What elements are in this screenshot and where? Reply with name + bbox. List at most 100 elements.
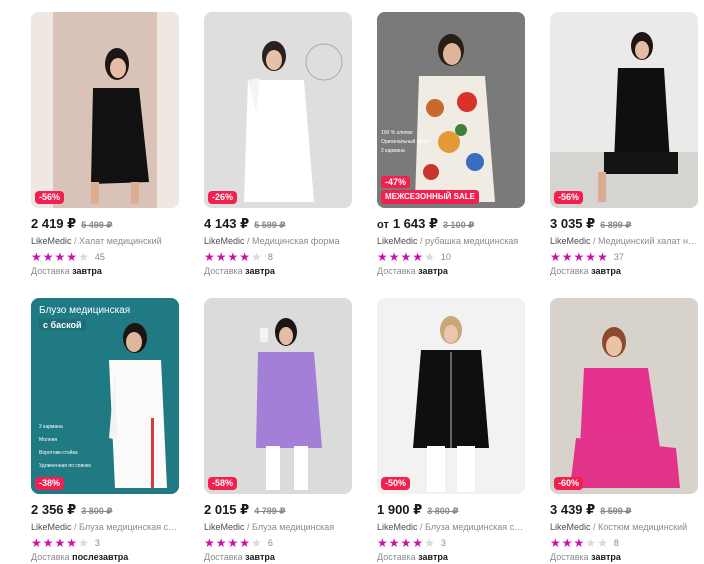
star-icon: ★ [597, 535, 608, 550]
product-card[interactable]: -60% 3 439 ₽ 8 599 ₽ LikeMedic / Костюм м… [550, 298, 698, 563]
product-name: / Халат медицинский [71, 236, 162, 246]
discount-badge: -60% [554, 477, 584, 490]
review-count: 37 [613, 251, 624, 262]
product-image[interactable]: -56% [550, 12, 698, 208]
product-image[interactable]: -60% [550, 298, 698, 494]
star-icon: ★ [400, 535, 412, 550]
product-card[interactable]: -26% 4 143 ₽ 5 599 ₽ LikeMedic / Медицинс… [204, 12, 352, 277]
rating: ★ ★ ★ ★ ★ 37 [550, 250, 698, 263]
product-image[interactable]: -56% [31, 12, 179, 208]
star-icon: ★ [573, 249, 585, 264]
review-count: 10 [440, 251, 451, 262]
feature-item: Оригинальный принт [381, 139, 431, 145]
product-name: / Медицинская форма [244, 236, 340, 246]
discount-badge: -58% [208, 477, 238, 490]
promo-label: МЕЖСЕЗОННЫЙ SALE [385, 192, 475, 201]
star-icon: ★ [377, 249, 388, 264]
star-icon: ★ [251, 249, 262, 264]
delivery: Доставка завтра [31, 265, 179, 277]
star-icon: ★ [412, 249, 424, 264]
product-name: / Блуза медицинская [244, 522, 335, 532]
price: 3 439 ₽ [550, 502, 596, 517]
price: 2 419 ₽ [31, 216, 77, 231]
delivery: Доставка завтра [204, 265, 352, 277]
old-price: 4 799 ₽ [254, 506, 286, 516]
delivery-label: Доставка [204, 266, 243, 276]
product-title[interactable]: LikeMedic / Блуза медицинская с м... [31, 521, 179, 533]
discount-badge: -47% [381, 176, 411, 188]
price-row: 4 143 ₽ 5 599 ₽ [204, 216, 352, 232]
feature-item: 100 % хлопок [381, 130, 413, 136]
product-title[interactable]: LikeMedic / Медицинская форма [204, 235, 352, 247]
brand: LikeMedic [31, 236, 72, 246]
price: 2 356 ₽ [31, 502, 77, 517]
star-icon: ★ [215, 535, 227, 550]
star-icon: ★ [54, 249, 66, 264]
product-image[interactable]: -26% [204, 12, 352, 208]
price: 3 035 ₽ [550, 216, 596, 231]
delivery-label: Доставка [550, 266, 589, 276]
price-row: 2 015 ₽ 4 799 ₽ [204, 502, 352, 518]
review-count: 8 [267, 251, 273, 262]
price: 2 015 ₽ [204, 502, 250, 517]
delivery-label: Доставка [550, 552, 589, 562]
star-icon: ★ [400, 249, 412, 264]
brand: LikeMedic [550, 236, 591, 246]
star-icon: ★ [31, 535, 42, 550]
star-icon: ★ [597, 249, 608, 264]
price-row: 3 439 ₽ 8 599 ₽ [550, 502, 698, 518]
delivery: Доставка завтра [550, 265, 698, 277]
product-title[interactable]: LikeMedic / Медицинский халат на ... [550, 235, 698, 247]
star-icon: ★ [78, 535, 89, 550]
product-card[interactable]: 100 % хлопок Оригинальный принт 2 карман… [377, 12, 525, 277]
product-title[interactable]: LikeMedic / Блуза медицинская с м... [377, 521, 525, 533]
star-icon: ★ [66, 535, 78, 550]
product-title[interactable]: LikeMedic / Костюм медицинский [550, 521, 698, 533]
product-title[interactable]: LikeMedic / рубашка медицинская [377, 235, 525, 247]
product-name: / Блуза медицинская с м... [71, 522, 179, 532]
star-icon: ★ [585, 535, 597, 550]
star-icon: ★ [573, 535, 585, 550]
star-icon: ★ [388, 249, 400, 264]
feature-item: 2 кармана [39, 424, 63, 430]
brand: LikeMedic [204, 522, 245, 532]
star-icon: ★ [550, 249, 561, 264]
price: 4 143 ₽ [204, 216, 250, 231]
discount-badge: -26% [208, 191, 238, 204]
delivery: Доставка завтра [377, 551, 525, 563]
feature-item: Удлиненная по спинке [39, 463, 92, 469]
product-card[interactable]: Блузо медицинская с баской 2 кармана Мол… [31, 298, 179, 563]
feature-item: Молния [39, 437, 58, 443]
brand: LikeMedic [377, 236, 418, 246]
product-card[interactable]: -58% 2 015 ₽ 4 799 ₽ LikeMedic / Блуза ме… [204, 298, 352, 563]
delivery: Доставка послезавтра [31, 551, 179, 563]
product-image[interactable]: Блузо медицинская с баской 2 кармана Мол… [31, 298, 179, 494]
product-name: / Костюм медицинский [590, 522, 688, 532]
delivery-label: Доставка [377, 266, 416, 276]
star-icon: ★ [227, 535, 239, 550]
delivery-day: послезавтра [72, 552, 129, 562]
product-card[interactable]: -56% 3 035 ₽ 6 899 ₽ LikeMedic / Медицинс… [550, 12, 698, 277]
product-image[interactable]: 100 % хлопок Оригинальный принт 2 карман… [377, 12, 525, 208]
price-prefix: от [377, 219, 389, 231]
star-icon: ★ [54, 535, 66, 550]
star-icon: ★ [78, 249, 89, 264]
product-title[interactable]: LikeMedic / Халат медицинский [31, 235, 179, 247]
review-count: 3 [94, 537, 100, 548]
old-price: 3 100 ₽ [443, 220, 475, 230]
star-icon: ★ [412, 535, 424, 550]
banner-subtitle: с баской [39, 319, 86, 331]
delivery-label: Доставка [31, 552, 70, 562]
product-card[interactable]: -50% 1 900 ₽ 3 800 ₽ LikeMedic / Блуза ме… [377, 298, 525, 563]
product-image[interactable]: -50% [377, 298, 525, 494]
product-image[interactable]: -58% [204, 298, 352, 494]
star-icon: ★ [377, 535, 388, 550]
product-title[interactable]: LikeMedic / Блуза медицинская [204, 521, 352, 533]
discount-badge: -50% [381, 477, 411, 490]
brand: LikeMedic [31, 522, 72, 532]
star-icon: ★ [561, 249, 573, 264]
feature-list: 100 % хлопок Оригинальный принт 2 карман… [381, 130, 430, 154]
product-card[interactable]: -56% 2 419 ₽ 5 499 ₽ LikeMedic / Халат ме… [31, 12, 179, 277]
star-icon: ★ [215, 249, 227, 264]
delivery-day: завтра [245, 266, 275, 276]
